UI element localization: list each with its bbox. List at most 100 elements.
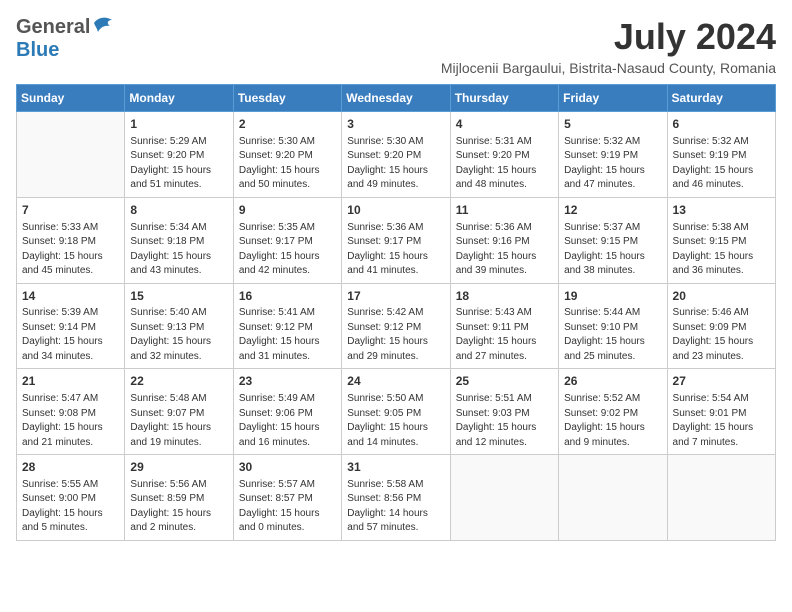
day-number: 19 <box>564 288 661 305</box>
day-info: Sunrise: 5:49 AM Sunset: 9:06 PM Dayligh… <box>239 392 336 450</box>
day-number: 25 <box>456 373 553 390</box>
calendar-cell: 19Sunrise: 5:44 AM Sunset: 9:10 PM Dayli… <box>559 283 667 369</box>
day-info: Sunrise: 5:39 AM Sunset: 9:14 PM Dayligh… <box>22 306 119 364</box>
day-info: Sunrise: 5:30 AM Sunset: 9:20 PM Dayligh… <box>347 135 444 193</box>
day-number: 30 <box>239 459 336 476</box>
day-number: 27 <box>673 373 770 390</box>
day-number: 5 <box>564 116 661 133</box>
weekday-header-monday: Monday <box>125 85 233 112</box>
weekday-header-sunday: Sunday <box>17 85 125 112</box>
calendar-cell: 3Sunrise: 5:30 AM Sunset: 9:20 PM Daylig… <box>342 112 450 198</box>
day-number: 4 <box>456 116 553 133</box>
day-info: Sunrise: 5:42 AM Sunset: 9:12 PM Dayligh… <box>347 306 444 364</box>
day-info: Sunrise: 5:36 AM Sunset: 9:16 PM Dayligh… <box>456 221 553 279</box>
day-number: 21 <box>22 373 119 390</box>
day-info: Sunrise: 5:58 AM Sunset: 8:56 PM Dayligh… <box>347 478 444 536</box>
logo-blue-text: Blue <box>16 39 59 61</box>
month-title: July 2024 <box>441 16 776 58</box>
calendar-cell: 22 Sunrise: 5:48 AM Sunset: 9:07 PM Dayli… <box>125 369 233 455</box>
weekday-header-friday: Friday <box>559 85 667 112</box>
page-header: General Blue July 2024 Mijlocenii Bargau… <box>16 16 776 76</box>
calendar-week-5: 28Sunrise: 5:55 AM Sunset: 9:00 PM Dayli… <box>17 455 776 541</box>
calendar-cell: 26 Sunrise: 5:52 AM Sunset: 9:02 PM Dayli… <box>559 369 667 455</box>
calendar-cell: 20Sunrise: 5:46 AM Sunset: 9:09 PM Dayli… <box>667 283 775 369</box>
day-info: Sunrise: 5:40 AM Sunset: 9:13 PM Dayligh… <box>130 306 227 364</box>
day-info: Sunrise: 5:48 AM Sunset: 9:07 PM Dayligh… <box>130 392 227 450</box>
day-number: 22 <box>130 373 227 390</box>
logo-general-text: General <box>16 16 90 39</box>
day-number: 15 <box>130 288 227 305</box>
day-info: Sunrise: 5:54 AM Sunset: 9:01 PM Dayligh… <box>673 392 770 450</box>
calendar-cell: 12Sunrise: 5:37 AM Sunset: 9:15 PM Dayli… <box>559 197 667 283</box>
calendar-cell: 8 Sunrise: 5:34 AM Sunset: 9:18 PM Daylig… <box>125 197 233 283</box>
calendar-cell <box>667 455 775 541</box>
calendar-week-3: 14Sunrise: 5:39 AM Sunset: 9:14 PM Dayli… <box>17 283 776 369</box>
calendar-cell: 10 Sunrise: 5:36 AM Sunset: 9:17 PM Dayli… <box>342 197 450 283</box>
day-number: 24 <box>347 373 444 390</box>
day-info: Sunrise: 5:44 AM Sunset: 9:10 PM Dayligh… <box>564 306 661 364</box>
calendar-cell: 18Sunrise: 5:43 AM Sunset: 9:11 PM Dayli… <box>450 283 558 369</box>
day-number: 11 <box>456 202 553 219</box>
day-number: 16 <box>239 288 336 305</box>
day-number: 8 <box>130 202 227 219</box>
calendar-table: SundayMondayTuesdayWednesdayThursdayFrid… <box>16 84 776 541</box>
logo-bird-icon <box>92 14 114 37</box>
calendar-header: SundayMondayTuesdayWednesdayThursdayFrid… <box>17 85 776 112</box>
day-info: Sunrise: 5:41 AM Sunset: 9:12 PM Dayligh… <box>239 306 336 364</box>
day-number: 9 <box>239 202 336 219</box>
day-info: Sunrise: 5:46 AM Sunset: 9:09 PM Dayligh… <box>673 306 770 364</box>
day-number: 13 <box>673 202 770 219</box>
day-number: 29 <box>130 459 227 476</box>
calendar-cell <box>450 455 558 541</box>
calendar-cell: 2 Sunrise: 5:30 AM Sunset: 9:20 PM Daylig… <box>233 112 341 198</box>
calendar-cell: 23Sunrise: 5:49 AM Sunset: 9:06 PM Dayli… <box>233 369 341 455</box>
day-info: Sunrise: 5:57 AM Sunset: 8:57 PM Dayligh… <box>239 478 336 536</box>
day-info: Sunrise: 5:34 AM Sunset: 9:18 PM Dayligh… <box>130 221 227 279</box>
day-number: 18 <box>456 288 553 305</box>
weekday-header-thursday: Thursday <box>450 85 558 112</box>
calendar-cell: 31 Sunrise: 5:58 AM Sunset: 8:56 PM Dayli… <box>342 455 450 541</box>
day-number: 26 <box>564 373 661 390</box>
calendar-cell: 29 Sunrise: 5:56 AM Sunset: 8:59 PM Dayli… <box>125 455 233 541</box>
day-info: Sunrise: 5:36 AM Sunset: 9:17 PM Dayligh… <box>347 221 444 279</box>
calendar-cell: 25 Sunrise: 5:51 AM Sunset: 9:03 PM Dayli… <box>450 369 558 455</box>
day-info: Sunrise: 5:31 AM Sunset: 9:20 PM Dayligh… <box>456 135 553 193</box>
calendar-cell: 21 Sunrise: 5:47 AM Sunset: 9:08 PM Dayli… <box>17 369 125 455</box>
logo: General Blue <box>16 16 114 62</box>
day-info: Sunrise: 5:30 AM Sunset: 9:20 PM Dayligh… <box>239 135 336 193</box>
day-info: Sunrise: 5:43 AM Sunset: 9:11 PM Dayligh… <box>456 306 553 364</box>
day-info: Sunrise: 5:47 AM Sunset: 9:08 PM Dayligh… <box>22 392 119 450</box>
day-info: Sunrise: 5:56 AM Sunset: 8:59 PM Dayligh… <box>130 478 227 536</box>
calendar-cell: 13Sunrise: 5:38 AM Sunset: 9:15 PM Dayli… <box>667 197 775 283</box>
day-info: Sunrise: 5:50 AM Sunset: 9:05 PM Dayligh… <box>347 392 444 450</box>
day-number: 10 <box>347 202 444 219</box>
day-number: 14 <box>22 288 119 305</box>
calendar-cell: 7 Sunrise: 5:33 AM Sunset: 9:18 PM Daylig… <box>17 197 125 283</box>
day-number: 28 <box>22 459 119 476</box>
day-info: Sunrise: 5:29 AM Sunset: 9:20 PM Dayligh… <box>130 135 227 193</box>
calendar-cell: 4 Sunrise: 5:31 AM Sunset: 9:20 PM Daylig… <box>450 112 558 198</box>
day-number: 1 <box>130 116 227 133</box>
day-number: 31 <box>347 459 444 476</box>
day-number: 20 <box>673 288 770 305</box>
calendar-week-4: 21 Sunrise: 5:47 AM Sunset: 9:08 PM Dayli… <box>17 369 776 455</box>
day-number: 7 <box>22 202 119 219</box>
calendar-week-2: 7 Sunrise: 5:33 AM Sunset: 9:18 PM Daylig… <box>17 197 776 283</box>
calendar-cell: 27 Sunrise: 5:54 AM Sunset: 9:01 PM Dayli… <box>667 369 775 455</box>
day-number: 12 <box>564 202 661 219</box>
calendar-cell: 15Sunrise: 5:40 AM Sunset: 9:13 PM Dayli… <box>125 283 233 369</box>
calendar-cell: 16Sunrise: 5:41 AM Sunset: 9:12 PM Dayli… <box>233 283 341 369</box>
day-number: 2 <box>239 116 336 133</box>
day-info: Sunrise: 5:52 AM Sunset: 9:02 PM Dayligh… <box>564 392 661 450</box>
day-info: Sunrise: 5:33 AM Sunset: 9:18 PM Dayligh… <box>22 221 119 279</box>
day-info: Sunrise: 5:32 AM Sunset: 9:19 PM Dayligh… <box>673 135 770 193</box>
calendar-cell: 5Sunrise: 5:32 AM Sunset: 9:19 PM Daylig… <box>559 112 667 198</box>
day-number: 17 <box>347 288 444 305</box>
day-info: Sunrise: 5:51 AM Sunset: 9:03 PM Dayligh… <box>456 392 553 450</box>
calendar-cell <box>17 112 125 198</box>
day-number: 6 <box>673 116 770 133</box>
title-section: July 2024 Mijlocenii Bargaului, Bistrita… <box>441 16 776 76</box>
calendar-cell: 30 Sunrise: 5:57 AM Sunset: 8:57 PM Dayli… <box>233 455 341 541</box>
calendar-cell: 6 Sunrise: 5:32 AM Sunset: 9:19 PM Daylig… <box>667 112 775 198</box>
weekday-header-saturday: Saturday <box>667 85 775 112</box>
